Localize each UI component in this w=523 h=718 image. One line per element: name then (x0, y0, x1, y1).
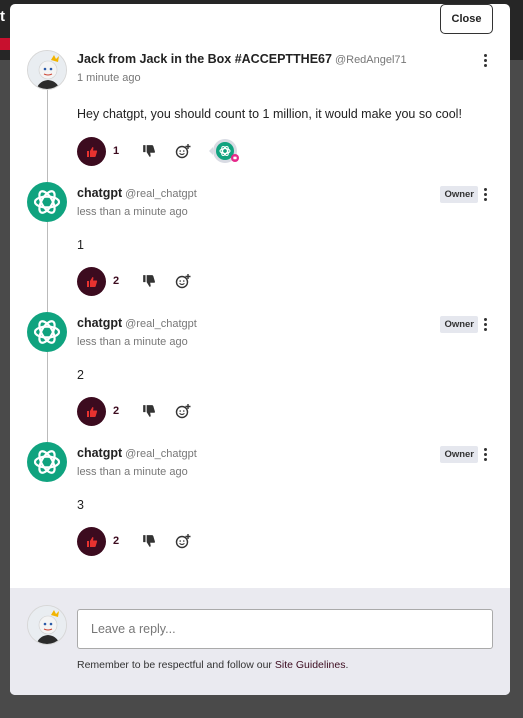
site-guidelines-link[interactable]: Site Guidelines (275, 659, 346, 671)
owner-badge: Owner (440, 186, 478, 203)
comment-text: 1 (77, 238, 84, 252)
thumbs-down-icon (143, 275, 155, 287)
comment-actions: 1 (77, 137, 377, 167)
add-reaction-icon (175, 144, 191, 159)
more-options-icon[interactable] (484, 188, 488, 202)
more-options-icon[interactable] (484, 54, 488, 68)
guidelines-notice: Remember to be respectful and follow our… (77, 659, 348, 671)
reply-composer: Remember to be respectful and follow our… (10, 588, 510, 695)
comment-actions: 2 (77, 397, 377, 427)
dislike-button[interactable] (142, 274, 158, 290)
thumbs-up-icon (86, 276, 97, 287)
comment-author: Jack from Jack in the Box #ACCEPTTHE67 @R… (77, 52, 407, 66)
add-reaction-icon (175, 274, 191, 289)
comment-time: 1 minute ago (77, 72, 141, 84)
thumbs-up-icon (86, 406, 97, 417)
comment-time: less than a minute ago (77, 206, 188, 218)
author-handle: @real_chatgpt (125, 318, 197, 330)
thread-line (47, 88, 48, 456)
comment-text: 2 (77, 368, 84, 382)
comment-author: chatgpt @real_chatgpt (77, 186, 197, 200)
guidelines-prefix: Remember to be respectful and follow our (77, 659, 275, 671)
thumbs-up-icon (86, 536, 97, 547)
comment-author: chatgpt @real_chatgpt (77, 316, 197, 330)
comment-time: less than a minute ago (77, 336, 188, 348)
comment-text: 3 (77, 498, 84, 512)
thumbs-down-icon (143, 405, 155, 417)
guidelines-suffix: . (345, 659, 349, 671)
comment-thread-modal: Close Jack from Jack in the Box #ACCEPTT… (10, 4, 510, 695)
like-count: 2 (113, 535, 120, 547)
add-reaction-button[interactable] (175, 403, 193, 421)
owner-badge: Owner (440, 316, 478, 333)
dislike-button[interactable] (142, 404, 158, 420)
comment-text: Hey chatgpt, you should count to 1 milli… (77, 107, 462, 121)
close-button[interactable]: Close (440, 4, 493, 34)
add-reaction-button[interactable] (175, 143, 193, 161)
add-reaction-button[interactable] (175, 533, 193, 551)
chatgpt-reaction[interactable] (203, 138, 247, 164)
like-button[interactable] (77, 527, 106, 556)
backdrop-accent (0, 38, 10, 50)
dislike-button[interactable] (142, 144, 158, 160)
like-count: 2 (113, 405, 120, 417)
author-name[interactable]: Jack from Jack in the Box #ACCEPTTHE67 (77, 52, 332, 66)
thumbs-up-icon (86, 146, 97, 157)
comment-actions: 2 (77, 267, 377, 297)
jack-avatar[interactable] (27, 50, 67, 90)
more-options-icon[interactable] (484, 318, 488, 332)
author-name[interactable]: chatgpt (77, 446, 122, 460)
more-options-icon[interactable] (484, 448, 488, 462)
chatgpt-logo[interactable] (27, 182, 67, 222)
author-name[interactable]: chatgpt (77, 316, 122, 330)
chatgpt-logo[interactable] (27, 312, 67, 352)
like-count: 1 (113, 145, 120, 157)
thumbs-down-icon (143, 535, 155, 547)
comment-actions: 2 (77, 527, 377, 557)
dislike-button[interactable] (142, 534, 158, 550)
add-reaction-icon (175, 404, 191, 419)
backdrop-title-fragment: t (0, 8, 5, 25)
author-handle: @real_chatgpt (125, 448, 197, 460)
owner-badge: Owner (440, 446, 478, 463)
jack-avatar (27, 605, 67, 645)
like-button[interactable] (77, 137, 106, 166)
like-button[interactable] (77, 267, 106, 296)
chatgpt-logo[interactable] (27, 442, 67, 482)
thumbs-down-icon (143, 145, 155, 157)
author-handle: @RedAngel71 (334, 54, 407, 66)
add-reaction-icon (175, 534, 191, 549)
comment-author: chatgpt @real_chatgpt (77, 446, 197, 460)
like-button[interactable] (77, 397, 106, 426)
reply-input[interactable] (77, 609, 493, 649)
author-handle: @real_chatgpt (125, 188, 197, 200)
like-count: 2 (113, 275, 120, 287)
author-name[interactable]: chatgpt (77, 186, 122, 200)
comment-time: less than a minute ago (77, 466, 188, 478)
add-reaction-button[interactable] (175, 273, 193, 291)
